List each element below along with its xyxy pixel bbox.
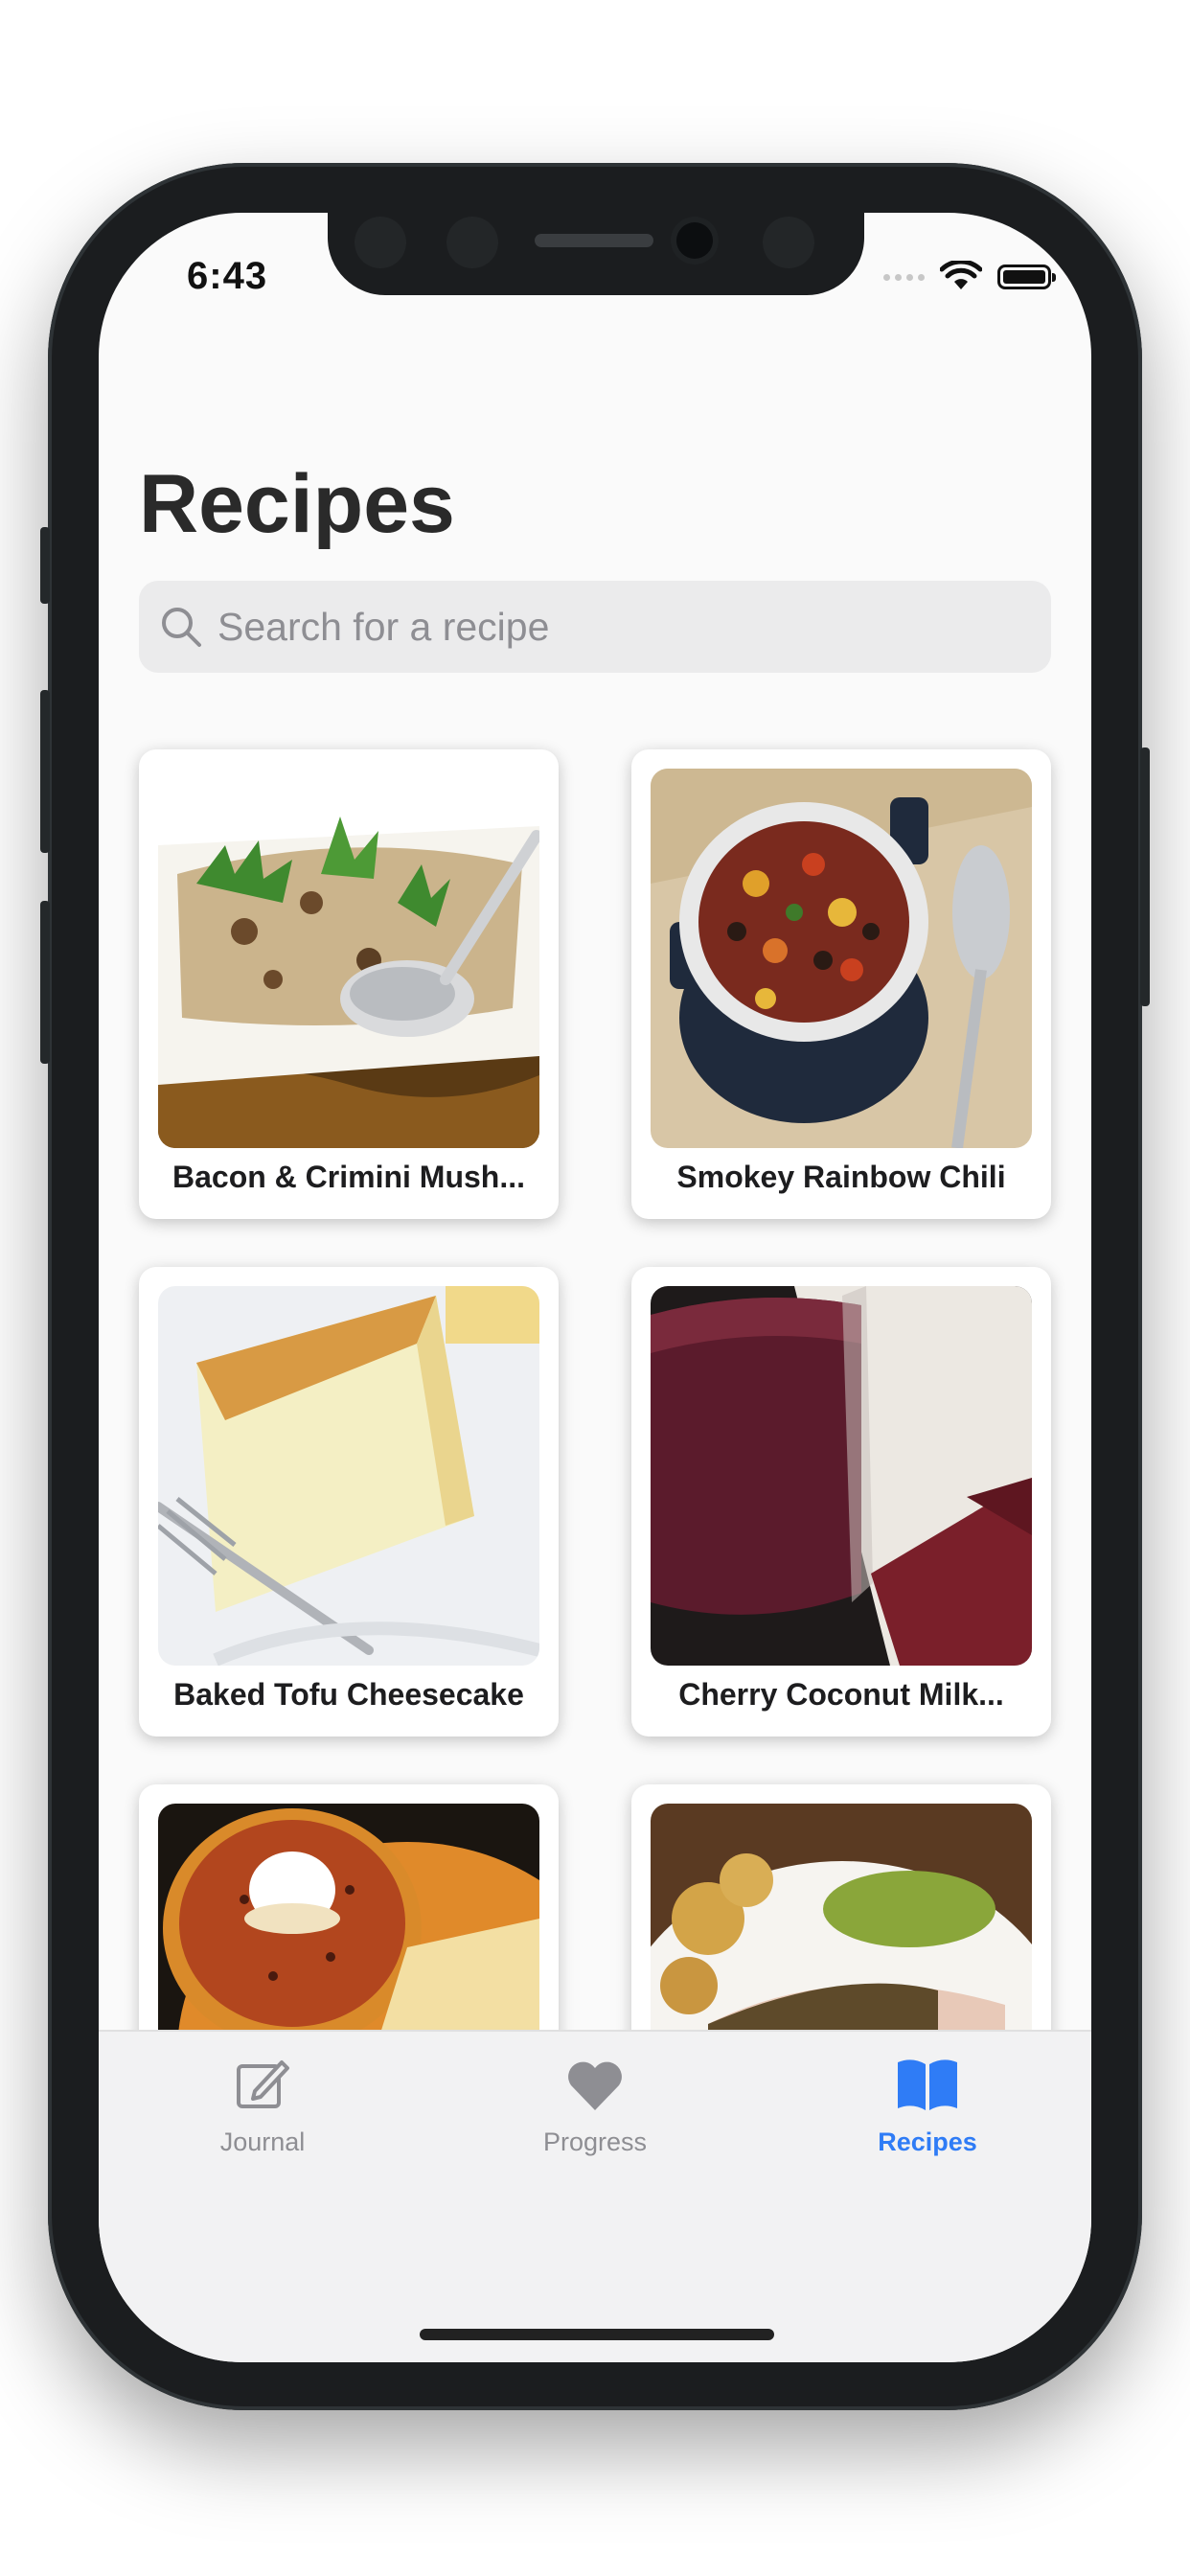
recipe-name: Bacon & Crimini Mush...	[172, 1160, 526, 1194]
page-title: Recipes	[139, 458, 455, 550]
recipe-name: Smokey Rainbow Chili	[676, 1160, 1006, 1194]
recipe-photo-smoothie	[651, 1286, 1032, 1666]
book-icon	[784, 2049, 1071, 2112]
speaker-grille	[535, 234, 653, 247]
sensor-dot	[763, 217, 814, 268]
battery-icon	[997, 264, 1056, 289]
home-indicator[interactable]	[420, 2329, 774, 2340]
recipe-card[interactable]: Smokey Rainbow Chili	[631, 749, 1051, 1219]
recipe-card[interactable]: Cherry Coconut Milk...	[631, 1267, 1051, 1736]
recipe-photo-risotto	[158, 769, 539, 1148]
notch	[328, 213, 864, 295]
front-camera	[676, 222, 713, 259]
search-icon	[162, 608, 201, 647]
compose-icon	[119, 2049, 406, 2112]
tab-journal[interactable]: Journal	[119, 2049, 406, 2157]
recipe-photo-cheesecake	[158, 1286, 539, 1666]
tab-recipes[interactable]: Recipes	[784, 2049, 1071, 2157]
sensor-dot	[446, 217, 498, 268]
side-button-power	[1140, 748, 1150, 1006]
status-indicators	[883, 261, 1056, 293]
search-input[interactable]: Search for a recipe	[139, 581, 1051, 673]
tab-bar: Journal Progress Recipes	[99, 2030, 1091, 2362]
tab-label: Recipes	[878, 2128, 977, 2156]
recipe-name: Baked Tofu Cheesecake	[173, 1677, 524, 1712]
side-button-silent	[40, 527, 50, 604]
tab-label: Progress	[542, 2128, 648, 2156]
side-button-volume-down	[40, 901, 50, 1064]
tab-label: Journal	[219, 2128, 306, 2156]
status-time: 6:43	[187, 255, 268, 297]
tab-progress[interactable]: Progress	[451, 2049, 739, 2157]
recipe-card[interactable]: Baked Tofu Cheesecake	[139, 1267, 559, 1736]
recipe-card[interactable]: Bacon & Crimini Mush...	[139, 749, 559, 1219]
cellular-signal-icon	[883, 273, 925, 281]
app-screen: 6:43 Recipes Search for a recipe Bacon &…	[99, 213, 1091, 2362]
search-placeholder: Search for a recipe	[217, 604, 550, 649]
wifi-icon	[940, 261, 982, 289]
heart-icon	[451, 2049, 739, 2112]
sensor-dot	[355, 217, 406, 268]
recipe-photo-chili	[651, 769, 1032, 1148]
recipe-name: Cherry Coconut Milk...	[678, 1677, 1004, 1712]
side-button-volume-up	[40, 690, 50, 853]
